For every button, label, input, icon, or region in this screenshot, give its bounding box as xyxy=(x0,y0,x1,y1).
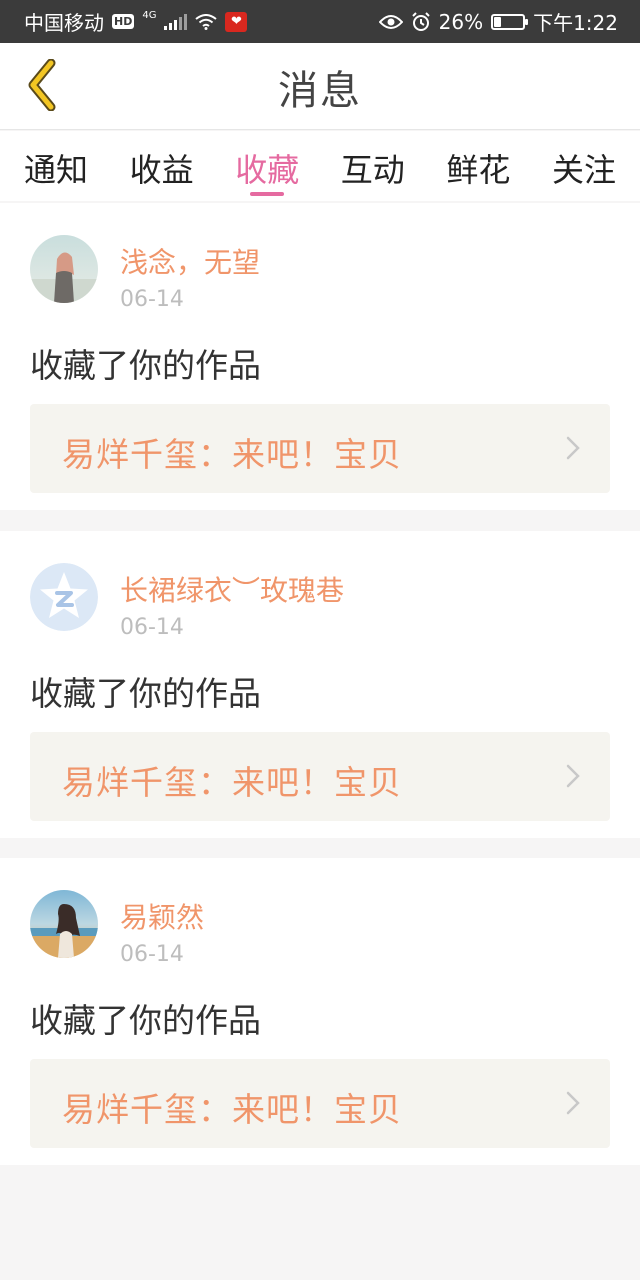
work-link[interactable]: 易烊千玺：来吧！宝贝 xyxy=(30,732,610,821)
list-item: 长裙绿衣︶玫瑰巷 06-14 收藏了你的作品 易烊千玺：来吧！宝贝 xyxy=(0,531,640,838)
work-link[interactable]: 易烊千玺：来吧！宝贝 xyxy=(30,1059,610,1148)
action-text: 收藏了你的作品 xyxy=(30,346,261,385)
avatar[interactable] xyxy=(30,890,98,958)
date: 06-14 xyxy=(120,942,184,967)
tab-following[interactable]: 关注 xyxy=(552,131,616,201)
chevron-right-icon xyxy=(566,764,580,788)
list-item: 易颖然 06-14 收藏了你的作品 易烊千玺：来吧！宝贝 xyxy=(0,858,640,1165)
hd-badge: HD xyxy=(112,14,135,29)
battery-percent: 26% xyxy=(438,9,484,34)
action-text: 收藏了你的作品 xyxy=(30,674,261,713)
username[interactable]: 长裙绿衣︶玫瑰巷 xyxy=(120,569,344,609)
page-title: 消息 xyxy=(278,67,362,114)
chevron-right-icon xyxy=(566,436,580,460)
tab-flowers[interactable]: 鲜花 xyxy=(446,131,510,201)
tab-interactions[interactable]: 互动 xyxy=(341,131,405,201)
date: 06-14 xyxy=(120,615,184,640)
signal-icon xyxy=(164,13,188,30)
tab-bar: 通知 收益 收藏 互动 鲜花 关注 xyxy=(0,131,640,201)
app-notification-icon: ❤ xyxy=(225,11,248,32)
alarm-icon xyxy=(411,11,430,31)
status-left: 中国移动 HD 4G ❤ xyxy=(24,7,248,36)
username[interactable]: 易颖然 xyxy=(120,896,204,936)
wifi-icon xyxy=(195,13,218,30)
status-bar: 中国移动 HD 4G ❤ 26% 下午1:22 xyxy=(0,0,640,43)
battery-level xyxy=(494,16,502,27)
chevron-right-icon xyxy=(566,1091,580,1115)
clock: 下午1:22 xyxy=(533,11,618,35)
username[interactable]: 浅念，无望 xyxy=(120,241,260,281)
status-right: 26% 下午1:22 xyxy=(378,7,618,36)
date: 06-14 xyxy=(120,287,184,312)
battery-icon xyxy=(491,13,529,30)
tab-notifications[interactable]: 通知 xyxy=(24,131,88,201)
work-title: 易烊千玺：来吧！宝贝 xyxy=(62,763,402,802)
tab-favorites[interactable]: 收藏 xyxy=(235,131,299,201)
work-link[interactable]: 易烊千玺：来吧！宝贝 xyxy=(30,404,610,493)
work-title: 易烊千玺：来吧！宝贝 xyxy=(62,435,402,474)
header: 消息 xyxy=(0,43,640,130)
avatar[interactable] xyxy=(30,563,98,631)
tab-earnings[interactable]: 收益 xyxy=(130,131,194,201)
eye-icon xyxy=(378,14,403,29)
action-text: 收藏了你的作品 xyxy=(30,1001,261,1040)
network-type: 4G xyxy=(142,10,157,21)
avatar[interactable] xyxy=(30,235,98,303)
list-item: 浅念，无望 06-14 收藏了你的作品 易烊千玺：来吧！宝贝 xyxy=(0,203,640,510)
work-title: 易烊千玺：来吧！宝贝 xyxy=(62,1090,402,1129)
carrier-name: 中国移动 xyxy=(24,11,104,35)
